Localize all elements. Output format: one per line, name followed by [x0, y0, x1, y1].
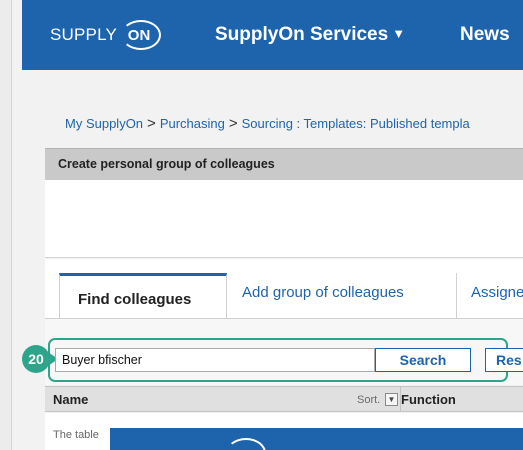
column-header-function[interactable]: Function: [401, 392, 456, 407]
caret-down-icon: ▼: [392, 26, 406, 41]
search-button[interactable]: Search: [375, 348, 471, 372]
nav-news-label: News: [460, 24, 510, 45]
supplyon-logo[interactable]: SUPPLY ON: [50, 17, 163, 53]
reset-button[interactable]: Res: [485, 348, 523, 372]
breadcrumb-item-purchasing[interactable]: Purchasing: [160, 116, 225, 131]
step-number-badge: 20: [22, 345, 50, 373]
sort-label: Sort.: [357, 394, 381, 406]
modal-logo-ring-icon: [226, 438, 266, 450]
tab-add-group-of-colleagues[interactable]: Add group of colleagues: [232, 273, 462, 319]
logo-on-mark: ON: [117, 17, 163, 53]
overlay-modal: [110, 428, 523, 450]
breadcrumb-separator: >: [228, 115, 238, 132]
top-header: SUPPLY ON SupplyOn Services ▼ News: [22, 0, 523, 70]
nav-news[interactable]: News: [460, 24, 510, 46]
search-input[interactable]: [55, 348, 375, 372]
nav-supplyon-services[interactable]: SupplyOn Services ▼: [215, 24, 405, 46]
breadcrumb: My SupplyOn > Purchasing > Sourcing : Templa…: [65, 115, 470, 132]
logo-suffix: ON: [127, 26, 151, 44]
panel-title-bar: Create personal group of colleagues: [45, 148, 523, 180]
panel-title: Create personal group of colleagues: [58, 157, 275, 171]
breadcrumb-item-my-supplyon[interactable]: My SupplyOn: [65, 116, 143, 131]
tab-find-colleagues[interactable]: Find colleagues: [59, 273, 227, 319]
breadcrumb-separator: >: [147, 115, 156, 132]
nav-services-label: SupplyOn Services: [215, 24, 389, 45]
table-header: Name Sort. ▼ Function: [45, 386, 523, 412]
breadcrumb-item-sourcing[interactable]: Sourcing : Templates: Published templa: [242, 116, 470, 131]
panel-body: [45, 180, 523, 258]
table-empty-message: The table: [53, 429, 99, 441]
logo-prefix: SUPPLY: [50, 25, 118, 44]
column-header-name[interactable]: Name: [53, 392, 88, 407]
tab-bar: Find colleagues Add group of colleagues …: [45, 259, 523, 319]
tab-assigned[interactable]: Assigne: [456, 273, 523, 319]
page: SUPPLY ON SupplyOn Services ▼ News My Sup…: [12, 0, 523, 450]
sort-dropdown-icon[interactable]: ▼: [385, 393, 398, 406]
left-gutter: [0, 0, 12, 450]
